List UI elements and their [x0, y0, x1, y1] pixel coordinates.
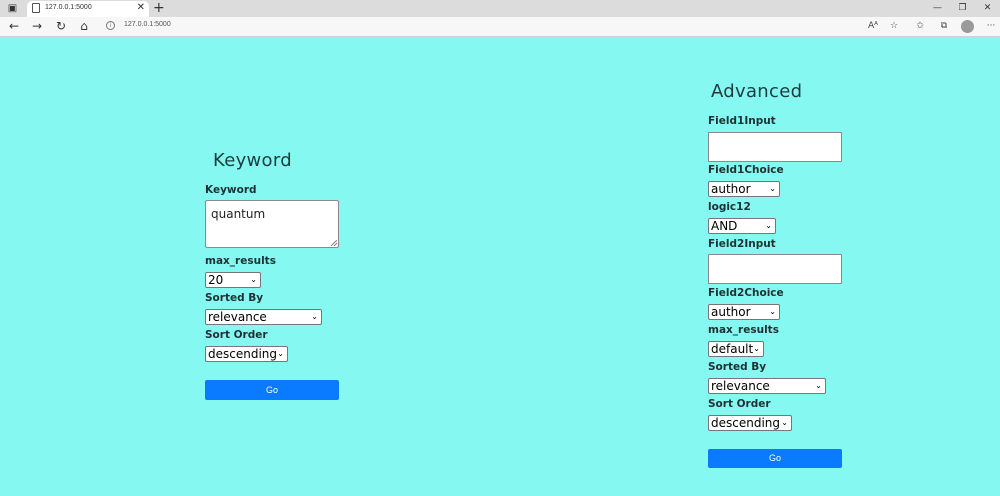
- keyword-label: Keyword: [205, 184, 257, 196]
- more-icon[interactable]: ···: [984, 20, 998, 33]
- sort-order-label: Sort Order: [205, 329, 268, 341]
- close-icon[interactable]: ✕: [137, 2, 145, 14]
- window-controls: — ❐ ✕: [925, 0, 1000, 17]
- logic12-label: logic12: [708, 201, 751, 213]
- chevron-down-icon: ⌄: [311, 312, 318, 321]
- field1-choice-value: author: [711, 182, 751, 196]
- chevron-down-icon: ⌄: [250, 275, 257, 284]
- chevron-down-icon: ⌄: [815, 381, 822, 390]
- collections-icon[interactable]: ⧉: [937, 20, 951, 33]
- keyword-textarea[interactable]: quantum: [205, 200, 339, 248]
- plus-icon[interactable]: +: [153, 0, 165, 16]
- restore-icon[interactable]: ❐: [950, 0, 975, 17]
- max-results-label: max_results: [205, 255, 276, 267]
- favorite-add-icon[interactable]: ☆: [887, 20, 901, 33]
- chevron-down-icon: ⌄: [277, 349, 284, 358]
- field2-input-label: Field2Input: [708, 238, 776, 250]
- tab-title: 127.0.0.1:5000: [45, 4, 92, 11]
- chevron-down-icon: ⌄: [781, 418, 788, 427]
- sort-order-label: Sort Order: [708, 398, 771, 410]
- sort-order-value: descending: [208, 347, 278, 361]
- field1-input[interactable]: [708, 132, 842, 162]
- sorted-by-value: relevance: [711, 379, 770, 393]
- keyword-go-button[interactable]: Go: [205, 380, 339, 400]
- read-aloud-icon[interactable]: Aᴬ: [866, 20, 880, 33]
- field2-choice-label: Field2Choice: [708, 287, 784, 299]
- field2-choice-select[interactable]: author ⌄: [708, 304, 780, 320]
- field2-input[interactable]: [708, 254, 842, 284]
- chevron-down-icon: ⌄: [769, 184, 776, 193]
- window-close-icon[interactable]: ✕: [975, 0, 1000, 17]
- chevron-down-icon: ⌄: [769, 307, 776, 316]
- sorted-by-label: Sorted By: [708, 361, 767, 373]
- sort-order-select[interactable]: descending ⌄: [708, 415, 792, 431]
- tab-strip: ▣ 127.0.0.1:5000 ✕ + — ❐ ✕: [0, 0, 1000, 17]
- max-results-select[interactable]: 20 ⌄: [205, 272, 261, 288]
- keyword-heading: Keyword: [213, 150, 292, 171]
- chevron-down-icon: ⌄: [765, 221, 772, 230]
- home-icon[interactable]: ⌂: [76, 19, 92, 34]
- info-icon[interactable]: i: [106, 21, 115, 30]
- advanced-heading: Advanced: [711, 81, 803, 102]
- sorted-by-label: Sorted By: [205, 292, 264, 304]
- refresh-icon[interactable]: ↻: [53, 19, 69, 34]
- page-icon: [32, 3, 40, 13]
- sorted-by-select[interactable]: relevance ⌄: [205, 309, 322, 325]
- window-menu-icon[interactable]: ▣: [7, 3, 18, 14]
- max-results-value: default: [711, 342, 754, 356]
- url-text: 127.0.0.1:5000: [124, 21, 171, 28]
- url-field[interactable]: i 127.0.0.1:5000: [100, 19, 860, 34]
- logic12-select[interactable]: AND ⌄: [708, 218, 776, 234]
- minimize-icon[interactable]: —: [925, 0, 950, 17]
- logic12-value: AND: [711, 219, 738, 233]
- chevron-down-icon: ⌄: [753, 344, 760, 353]
- sort-order-select[interactable]: descending ⌄: [205, 346, 288, 362]
- profile-avatar-icon[interactable]: [961, 20, 974, 33]
- resize-grip-icon[interactable]: [331, 240, 337, 246]
- field1-input-label: Field1Input: [708, 115, 776, 127]
- advanced-go-button[interactable]: Go: [708, 449, 842, 468]
- sorted-by-select[interactable]: relevance ⌄: [708, 378, 826, 394]
- field1-choice-select[interactable]: author ⌄: [708, 181, 780, 197]
- address-bar: ← → ↻ ⌂ i 127.0.0.1:5000 Aᴬ ☆ ✩ ⧉ ···: [0, 17, 1000, 37]
- forward-arrow-icon[interactable]: →: [29, 19, 45, 34]
- max-results-value: 20: [208, 273, 224, 287]
- browser-tab[interactable]: 127.0.0.1:5000 ✕: [27, 1, 149, 17]
- sort-order-value: descending: [711, 416, 781, 430]
- sorted-by-value: relevance: [208, 310, 267, 324]
- max-results-select[interactable]: default ⌄: [708, 341, 764, 357]
- field2-choice-value: author: [711, 305, 751, 319]
- back-arrow-icon[interactable]: ←: [6, 19, 22, 34]
- keyword-textarea-value: quantum: [211, 207, 266, 221]
- max-results-label: max_results: [708, 324, 779, 336]
- favorites-icon[interactable]: ✩: [913, 20, 927, 33]
- field1-choice-label: Field1Choice: [708, 164, 784, 176]
